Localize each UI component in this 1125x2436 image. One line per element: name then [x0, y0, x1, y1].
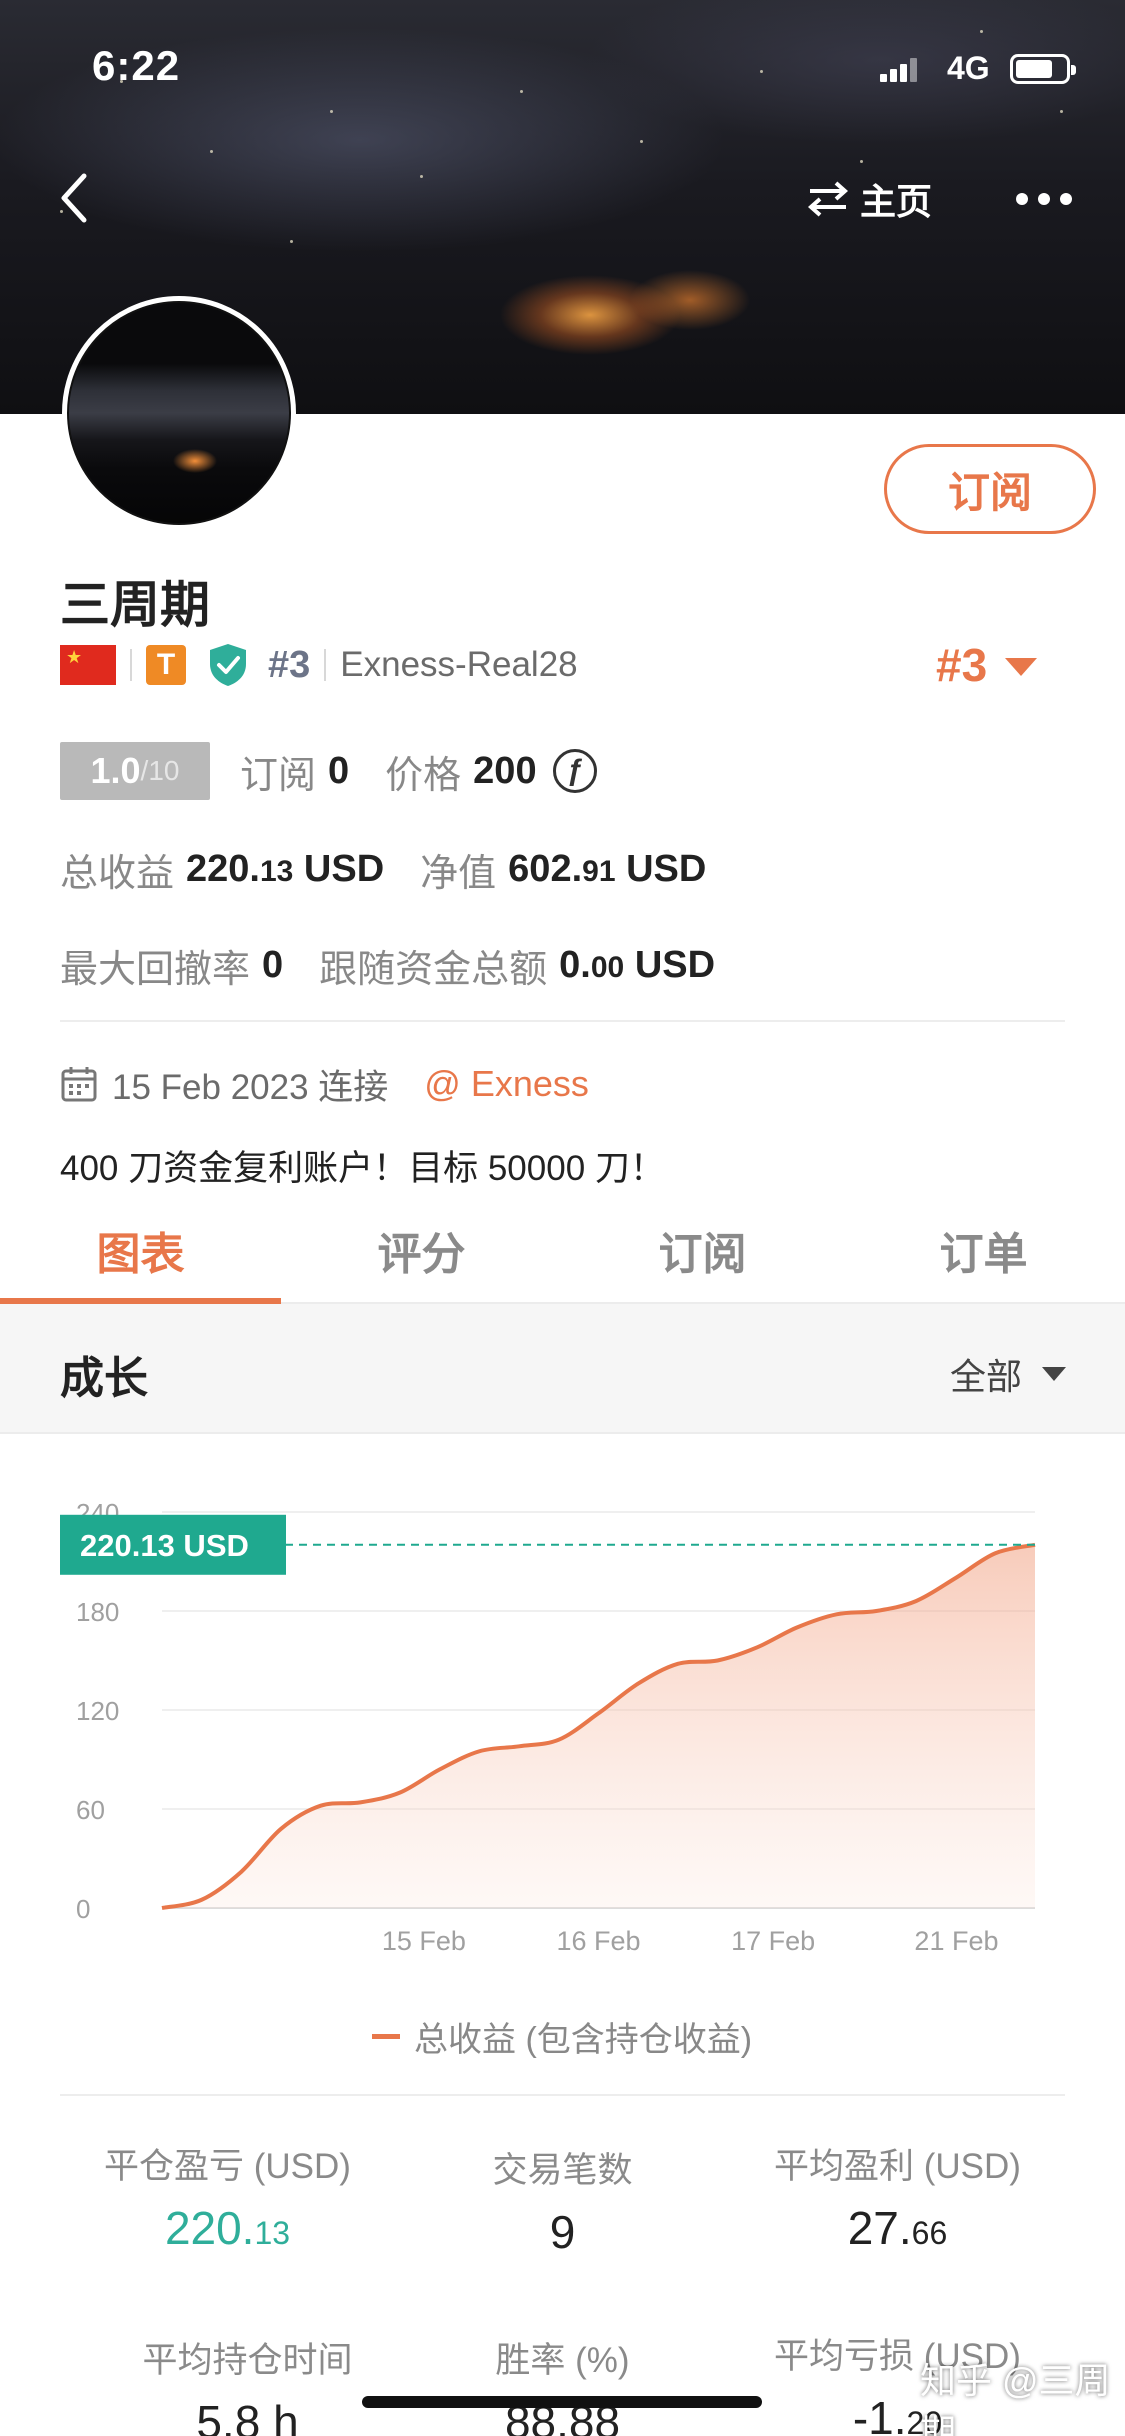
avatar[interactable]: [62, 296, 296, 530]
calendar-icon: [61, 1067, 97, 1102]
rank-dropdown[interactable]: #3: [936, 638, 1038, 692]
caret-down-icon: [1042, 1367, 1067, 1381]
city-light: [640, 140, 643, 143]
city-light: [210, 150, 213, 153]
equity-value: 602.91 USD: [508, 848, 707, 890]
price-label: 价格: [385, 754, 462, 797]
total-profit-value: 220.13 USD: [186, 848, 385, 890]
rating-badge: 1.0/10: [60, 742, 210, 800]
total-profit-label: 总收益: [60, 853, 175, 895]
rank-tag: #3: [268, 643, 311, 686]
divider: [324, 649, 327, 681]
tab-bar: 图表 评分 订阅 订单: [0, 1200, 1125, 1304]
x-tick-label: 17 Feb: [731, 1926, 815, 1956]
subscribe-count-label: 订阅: [240, 754, 317, 797]
city-light: [290, 240, 293, 243]
range-value: 全部: [950, 1356, 1023, 1397]
equity-label: 净值: [420, 853, 497, 895]
trader-name: 三周期: [60, 577, 210, 633]
coin-icon: ƒ: [552, 749, 597, 793]
tab-subscribe[interactable]: 订阅: [562, 1200, 843, 1302]
broker-link[interactable]: @ Exness: [424, 1063, 589, 1105]
tab-chart[interactable]: 图表: [0, 1200, 281, 1304]
switch-icon: [807, 181, 849, 217]
follow-funds-value: 0.00 USD: [559, 944, 716, 986]
metric-label: 平仓盈亏 (USD): [104, 2147, 351, 2186]
divider: [130, 649, 132, 681]
chart-legend: 总收益 (包含持仓收益): [372, 2012, 752, 2061]
bio-text: 400 刀资金复利账户！目标 50000 刀！: [60, 1149, 665, 1188]
drawdown-label: 最大回撤率: [60, 949, 251, 991]
price-value: 200: [473, 749, 537, 792]
city-light: [420, 175, 423, 178]
trader-badge: T: [146, 645, 186, 685]
home-indicator[interactable]: [362, 2396, 762, 2408]
current-value-label: 220.13 USD: [80, 1528, 249, 1563]
divider: [60, 2094, 1065, 2096]
metric-value: 27.66: [847, 2202, 948, 2254]
y-tick-label: 180: [76, 1597, 119, 1627]
growth-chart: 060120180240 15 Feb 16 Feb 17 Feb 21 Feb 22…: [60, 1498, 1036, 1956]
metric-label: 交易笔数: [492, 2151, 633, 2190]
y-tick-label: 60: [76, 1795, 105, 1825]
metric-trade-count: 交易笔数 9: [375, 2142, 750, 2259]
metric-closed-pnl: 平仓盈亏 (USD) 220.13: [40, 2138, 415, 2255]
badge-row: T #3 Exness-Real28: [60, 640, 578, 690]
status-bar: 6:22 4G: [0, 0, 1125, 140]
battery-icon: [1010, 54, 1076, 84]
metric-label: 胜率 (%): [495, 2341, 630, 2380]
watermark: 知乎 @三周期: [920, 2360, 1111, 2436]
drawdown-row: 最大回撤率 0 跟随资金总额 0.00 USD: [60, 938, 751, 993]
profit-row: 总收益 220.13 USD 净值 602.91 USD: [60, 842, 742, 897]
china-flag-icon: [60, 645, 116, 685]
y-tick-label: 0: [76, 1894, 90, 1924]
divider: [60, 1020, 1065, 1022]
rating-max: /10: [140, 755, 180, 786]
caret-down-icon: [1005, 658, 1038, 676]
rating-row: 1.0/10 订阅 0 价格 200 ƒ: [60, 742, 597, 800]
tab-orders[interactable]: 订单: [843, 1200, 1124, 1302]
metric-label: 平均盈利 (USD): [774, 2147, 1021, 2186]
x-tick-label: 15 Feb: [382, 1926, 466, 1956]
area-fill: [162, 1544, 1035, 1908]
subscribe-button[interactable]: 订阅: [884, 444, 1096, 534]
connect-date: 15 Feb 2023 连接: [112, 1067, 389, 1107]
rank-value: #3: [936, 639, 988, 691]
legend-swatch: [372, 2034, 400, 2039]
x-tick-label: 21 Feb: [914, 1926, 998, 1956]
status-time: 6:22: [92, 42, 181, 89]
home-label: 主页: [860, 181, 933, 222]
rating-score: 1.0: [90, 750, 141, 791]
x-tick-label: 16 Feb: [557, 1926, 641, 1956]
city-light: [860, 160, 863, 163]
connect-row: 15 Feb 2023 连接 @ Exness: [60, 1058, 589, 1110]
account-name: Exness-Real28: [340, 645, 578, 684]
range-dropdown[interactable]: 全部: [950, 1348, 1067, 1400]
drawdown-value: 0: [262, 944, 284, 986]
more-icon[interactable]: [1016, 193, 1072, 207]
metric-avg-profit: 平均盈利 (USD) 27.66: [710, 2138, 1085, 2255]
metric-win-rate: 胜率 (%) 88.88: [375, 2332, 750, 2436]
subscribe-count-value: 0: [328, 749, 350, 792]
home-button[interactable]: 主页: [806, 176, 932, 222]
verified-shield-icon: [210, 644, 246, 686]
tab-rating[interactable]: 评分: [281, 1200, 562, 1302]
back-icon[interactable]: [56, 170, 96, 226]
growth-title: 成长: [60, 1354, 148, 1403]
y-tick-label: 120: [76, 1696, 119, 1726]
signal-icon: [880, 58, 920, 82]
metric-value: 9: [549, 2206, 576, 2258]
network-type: 4G: [947, 50, 990, 86]
legend-label: 总收益 (包含持仓收益): [414, 2021, 753, 2059]
metric-value: 220.13: [164, 2202, 291, 2254]
follow-funds-label: 跟随资金总额: [319, 949, 548, 991]
